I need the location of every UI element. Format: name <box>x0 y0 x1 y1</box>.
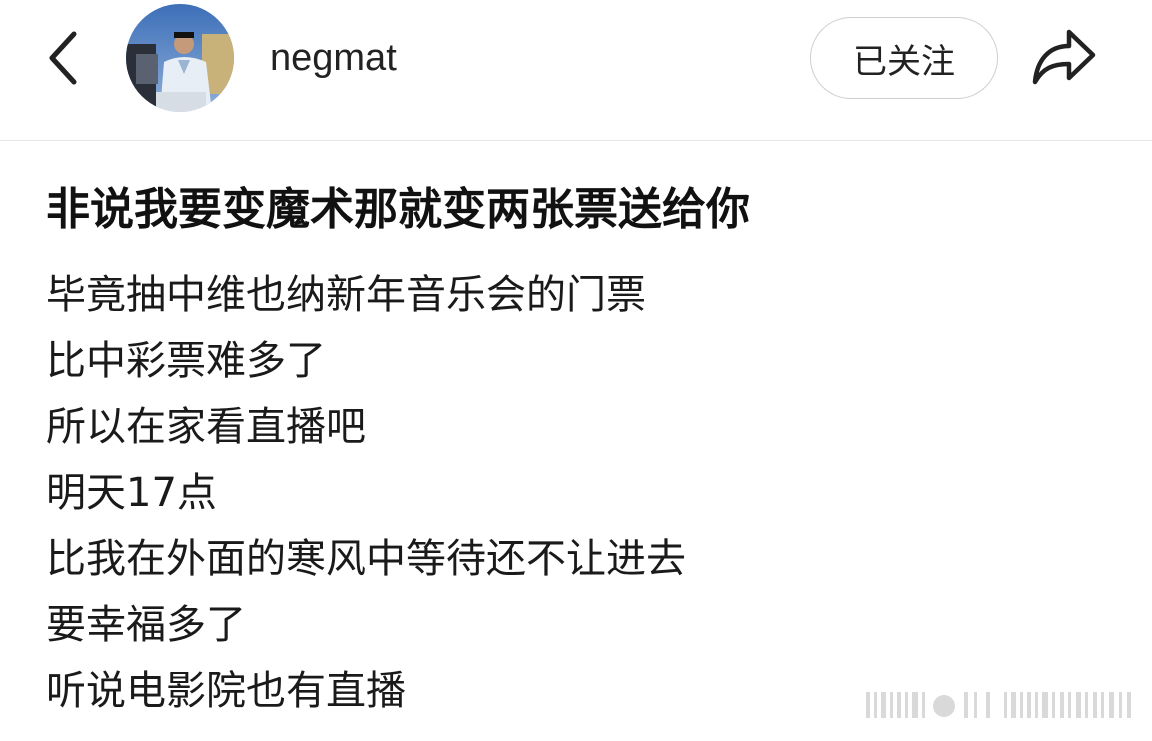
post-line: 要幸福多了 <box>46 602 246 648</box>
share-button[interactable] <box>1026 24 1102 90</box>
post-line: 比我在外面的寒风中等待还不让进去 <box>46 536 686 582</box>
share-arrow-icon <box>1032 29 1096 85</box>
avatar-image <box>126 4 234 112</box>
post-line: 明天17点 <box>46 470 217 516</box>
post-page: negmat 已关注 非说我要变魔术那就变两张票送给你 毕竟抽中维也纳新年音乐会… <box>0 0 1152 741</box>
post-line: 听说电影院也有直播 <box>46 668 406 714</box>
chevron-left-icon <box>49 31 77 85</box>
avatar[interactable] <box>126 4 234 112</box>
post-header: negmat 已关注 <box>0 0 1152 141</box>
follow-button[interactable]: 已关注 <box>810 17 998 99</box>
post-line: 毕竟抽中维也纳新年音乐会的门票 <box>46 272 646 318</box>
post-line: 比中彩票难多了 <box>46 338 326 384</box>
back-button[interactable] <box>34 26 90 90</box>
post-body: 毕竟抽中维也纳新年音乐会的门票 比中彩票难多了 所以在家看直播吧 明天17点 比… <box>46 262 686 724</box>
watermark <box>866 692 1131 718</box>
post-line: 所以在家看直播吧 <box>46 404 366 450</box>
post-title: 非说我要变魔术那就变两张票送给你 <box>46 184 750 235</box>
username[interactable]: negmat <box>270 34 397 82</box>
